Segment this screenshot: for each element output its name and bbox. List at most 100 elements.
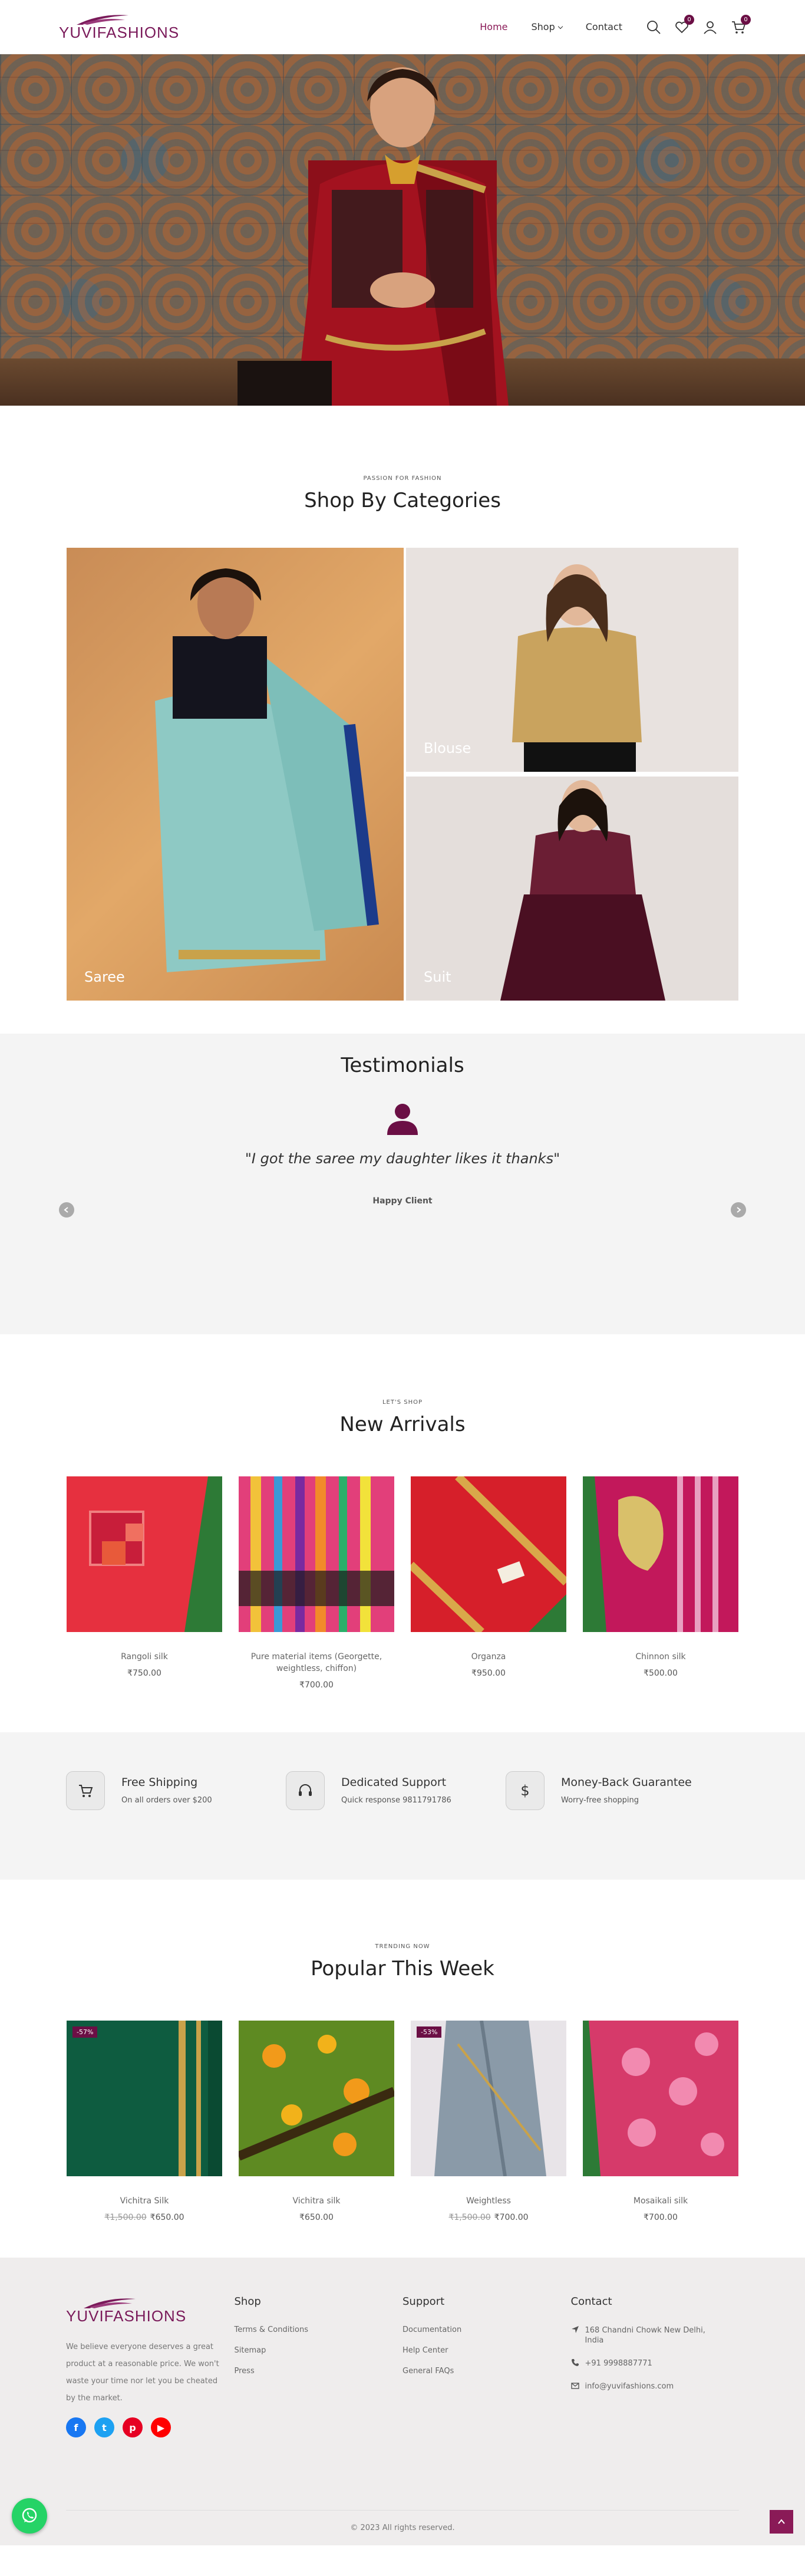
youtube-icon[interactable]: ▶: [151, 2417, 171, 2437]
location-arrow-icon: [571, 2326, 579, 2333]
nav-home[interactable]: Home: [480, 21, 507, 32]
product-image[interactable]: [67, 1476, 222, 1632]
rangoli-silk-image: [67, 1476, 208, 1632]
product-card[interactable]: Vichitra silk ₹650.00: [239, 2021, 394, 2222]
chinnon-silk-image: [595, 1476, 738, 1632]
vichitra-silk-olive-image: [239, 2021, 394, 2176]
product-card[interactable]: Rangoli silk ₹750.00: [67, 1476, 222, 1690]
weightless-image: [434, 2021, 546, 2176]
discount-badge: -57%: [72, 2026, 98, 2038]
popular-title: Popular This Week: [311, 1957, 494, 1980]
headset-icon: [286, 1771, 325, 1810]
product-image[interactable]: [583, 2021, 738, 2176]
testimonial-next-button[interactable]: [731, 1202, 746, 1218]
product-card[interactable]: -53% Weightless ₹1,500.00 ₹700.00: [411, 2021, 566, 2222]
wishlist-button[interactable]: 0: [674, 14, 694, 35]
product-image[interactable]: [411, 1476, 566, 1632]
product-price: ₹750.00: [127, 1669, 161, 1678]
footer-support-title: Support: [402, 2295, 445, 2308]
arrivals-title: New Arrivals: [339, 1413, 466, 1436]
product-price: ₹950.00: [471, 1669, 506, 1678]
product-name[interactable]: Chinnon silk: [583, 1651, 738, 1663]
saree-image: [155, 568, 379, 972]
footer-link[interactable]: Sitemap: [235, 2346, 403, 2355]
footer-support-column: Support Documentation Help Center Genera…: [402, 2295, 571, 2437]
product-card[interactable]: Organza ₹950.00: [411, 1476, 566, 1690]
cart-button[interactable]: 0: [731, 14, 751, 35]
product-image[interactable]: -53%: [411, 2021, 566, 2176]
nav-shop[interactable]: Shop: [532, 21, 563, 32]
footer-link[interactable]: Press: [235, 2367, 403, 2376]
product-card[interactable]: Chinnon silk ₹500.00: [583, 1476, 738, 1690]
facebook-icon[interactable]: f: [66, 2417, 86, 2437]
back-to-top-button[interactable]: [770, 2510, 793, 2534]
product-name[interactable]: Vichitra silk: [239, 2195, 394, 2207]
feature-title: Dedicated Support: [341, 1776, 447, 1789]
brand-logo[interactable]: YUVIFASHIONS: [59, 12, 179, 42]
product-price-row: ₹1,500.00 ₹650.00: [67, 2213, 222, 2222]
product-name[interactable]: Organza: [411, 1651, 566, 1663]
chevron-up-icon: [778, 2519, 785, 2524]
categories-section: PASSION FOR FASHION Shop By Categories S…: [0, 406, 805, 1001]
features-strip: Free Shipping On all orders over $200 De…: [0, 1732, 805, 1880]
product-image[interactable]: [239, 2021, 394, 2176]
product-image[interactable]: [583, 1476, 738, 1632]
copyright-text: © 2023 All rights reserved.: [66, 2510, 739, 2545]
footer-logo[interactable]: YUVIFASHIONS: [66, 2295, 235, 2325]
product-name[interactable]: Rangoli silk: [67, 1651, 222, 1663]
nav-contact[interactable]: Contact: [586, 21, 622, 32]
categories-title: Shop By Categories: [304, 489, 501, 512]
product-price: ₹700.00: [299, 1680, 334, 1690]
feature-title: Free Shipping: [121, 1776, 198, 1789]
account-button[interactable]: [702, 19, 718, 35]
category-suit[interactable]: Suit: [406, 777, 738, 1001]
wishlist-count-badge: 0: [684, 14, 694, 25]
product-image[interactable]: -57%: [67, 2021, 222, 2176]
product-card[interactable]: -57% Vichitra Silk ₹1,500.00 ₹650.00: [67, 2021, 222, 2222]
arrivals-eyebrow: LET'S SHOP: [382, 1399, 423, 1406]
category-saree[interactable]: Saree: [67, 548, 404, 1001]
product-old-price: ₹1,500.00: [104, 2213, 147, 2222]
contact-email[interactable]: info@yuvifashions.com: [570, 2381, 740, 2391]
testimonial-prev-button[interactable]: [59, 1202, 74, 1218]
category-blouse[interactable]: Blouse: [406, 548, 738, 772]
product-name[interactable]: Mosaikali silk: [583, 2195, 738, 2207]
footer-contact-title: Contact: [570, 2295, 612, 2308]
category-label-blouse: Blouse: [424, 740, 471, 756]
contact-phone[interactable]: +91 9998887771: [571, 2358, 740, 2368]
product-image[interactable]: [239, 1476, 394, 1632]
product-name[interactable]: Weightless: [411, 2195, 566, 2207]
social-links: f t p ▶: [66, 2417, 235, 2437]
suit-image: [500, 780, 665, 1001]
twitter-icon[interactable]: t: [94, 2417, 114, 2437]
category-label-suit: Suit: [424, 969, 451, 985]
product-name[interactable]: Pure material items (Georgette, weightle…: [239, 1651, 394, 1674]
product-price: ₹700.00: [494, 2213, 529, 2222]
product-card[interactable]: Mosaikali silk ₹700.00: [583, 2021, 738, 2222]
pinterest-icon[interactable]: p: [123, 2417, 143, 2437]
product-price: ₹650.00: [150, 2213, 184, 2222]
product-price: ₹700.00: [644, 2213, 678, 2222]
product-name[interactable]: Vichitra Silk: [67, 2195, 222, 2207]
footer-link[interactable]: General FAQs: [402, 2367, 571, 2376]
mosaikali-silk-image: [589, 2021, 738, 2176]
organza-image: [411, 1476, 566, 1632]
whatsapp-button[interactable]: [12, 2498, 47, 2534]
product-price: ₹500.00: [644, 1669, 678, 1678]
feature-free-shipping: Free Shipping On all orders over $200: [66, 1771, 286, 1810]
category-label-saree: Saree: [84, 969, 125, 985]
user-avatar-icon: [387, 1104, 418, 1135]
search-button[interactable]: [646, 19, 661, 35]
new-arrivals-section: LET'S SHOP New Arrivals Rangoli silk ₹75…: [0, 1334, 805, 1690]
contact-address-text: 168 Chandni Chowk New Delhi, India: [585, 2326, 705, 2345]
footer-link[interactable]: Terms & Conditions: [235, 2325, 403, 2334]
popular-eyebrow: TRENDING NOW: [375, 1943, 430, 1950]
footer-link[interactable]: Help Center: [402, 2346, 571, 2355]
header-icons: 0 0: [646, 14, 751, 35]
site-footer: YUVIFASHIONS We believe everyone deserve…: [0, 2258, 805, 2545]
user-icon: [704, 21, 717, 34]
product-card[interactable]: Pure material items (Georgette, weightle…: [239, 1476, 394, 1690]
chevron-left-icon: [64, 1207, 68, 1213]
footer-link[interactable]: Documentation: [402, 2325, 571, 2334]
main-nav: Home Shop Contact: [480, 21, 622, 32]
